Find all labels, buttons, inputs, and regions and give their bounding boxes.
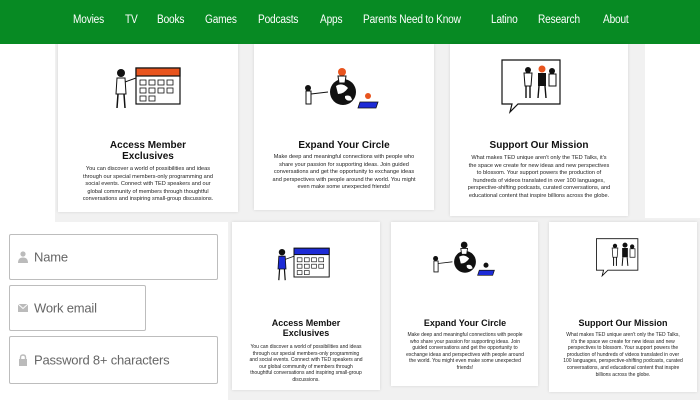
card-expand-your-circle: Expand Your Circle Make deep and meaning… xyxy=(254,44,434,210)
user-icon xyxy=(18,251,28,263)
nav-item-tv[interactable]: TV xyxy=(125,14,138,26)
card-access-member-exclusives: Access Member Exclusives You can discove… xyxy=(58,44,238,212)
password-placeholder: Password 8+ characters xyxy=(34,352,170,368)
globe-people-illustration-icon xyxy=(433,241,495,276)
card-support-our-mission-repeat: Support Our Mission What makes TED uniqu… xyxy=(549,222,697,392)
card-title: Support Our Mission xyxy=(489,140,589,151)
card-title: Support Our Mission xyxy=(578,318,668,328)
card-expand-your-circle-repeat: Expand Your Circle Make deep and meaning… xyxy=(391,222,538,386)
name-placeholder: Name xyxy=(34,249,68,265)
calendar-illustration-icon xyxy=(115,67,181,109)
lock-icon xyxy=(19,354,27,366)
card-title: Access Member Exclusives xyxy=(271,318,341,338)
card-text: What makes TED unique aren't only the TE… xyxy=(563,332,683,378)
card-title: Access Member Exclusives xyxy=(109,140,187,162)
nav-item-podcasts[interactable]: Podcasts xyxy=(258,14,298,26)
card-text: Make deep and meaningful connections wit… xyxy=(272,154,416,191)
speech-bubble-people-illustration-icon xyxy=(596,238,639,278)
speech-bubble-people-illustration-icon xyxy=(501,59,561,114)
globe-people-illustration-icon xyxy=(305,68,379,109)
card-title: Expand Your Circle xyxy=(298,140,390,151)
nav-item-latino[interactable]: Latino xyxy=(491,14,518,26)
card-text: You can discover a world of possibilitie… xyxy=(249,344,363,383)
nav-item-books[interactable]: Books xyxy=(157,14,184,26)
card-title: Expand Your Circle xyxy=(423,318,507,328)
card-text: What makes TED unique aren't only the TE… xyxy=(467,155,611,199)
top-nav: Movies TV Books Games Podcasts Apps Pare… xyxy=(0,0,700,44)
nav-item-games[interactable]: Games xyxy=(205,14,237,26)
envelope-icon xyxy=(18,303,28,312)
card-support-our-mission: Support Our Mission What makes TED uniqu… xyxy=(450,44,628,216)
nav-item-about[interactable]: About xyxy=(603,14,629,26)
work-email-field[interactable]: Work email xyxy=(9,285,146,331)
nav-list: Movies TV Books Games Podcasts Apps Pare… xyxy=(73,14,649,26)
name-field[interactable]: Name xyxy=(9,234,218,280)
nav-item-research[interactable]: Research xyxy=(538,14,580,26)
card-access-member-exclusives-repeat: Access Member Exclusives You can discove… xyxy=(232,222,380,390)
nav-item-movies[interactable]: Movies xyxy=(73,14,104,26)
card-text: You can discover a world of possibilitie… xyxy=(82,166,214,203)
card-text: Make deep and meaningful connections wit… xyxy=(406,332,524,371)
nav-item-apps[interactable]: Apps xyxy=(320,14,343,26)
password-field[interactable]: Password 8+ characters xyxy=(9,336,218,384)
nav-item-parents-need-to-know[interactable]: Parents Need to Know xyxy=(363,14,461,26)
calendar-illustration-icon xyxy=(277,247,330,281)
work-email-placeholder: Work email xyxy=(34,300,97,316)
